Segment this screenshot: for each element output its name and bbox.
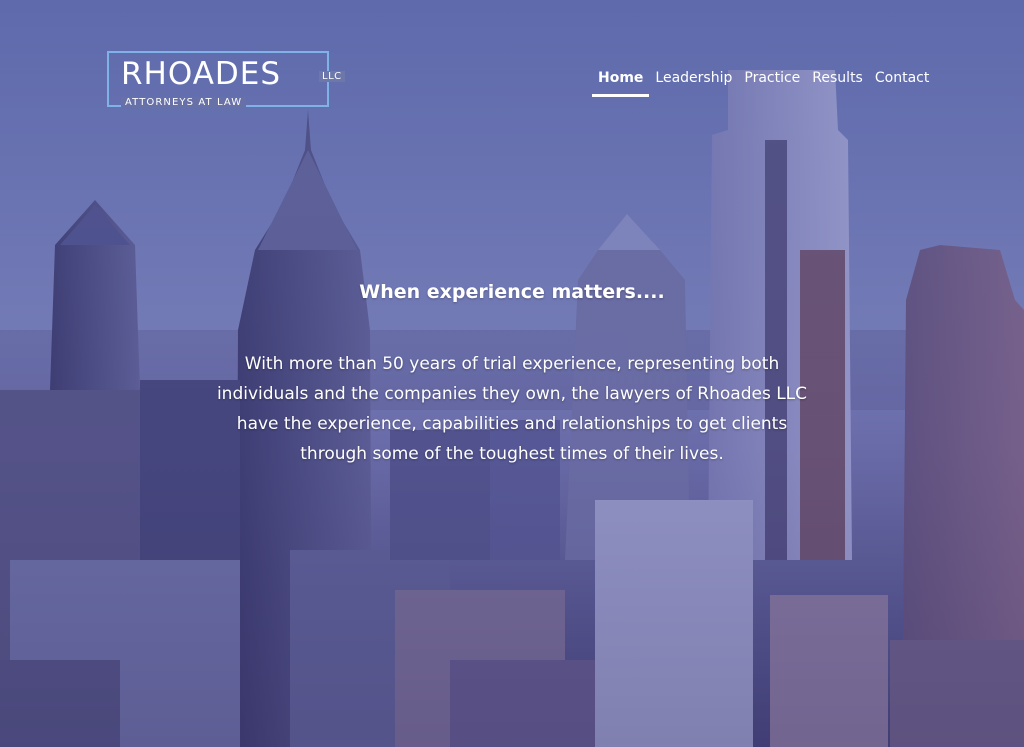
main-nav: Home Leadership Practice Results Contact <box>592 68 935 97</box>
hero-headline: When experience matters.... <box>359 280 665 303</box>
logo[interactable]: RHOADES LLC ATTORNEYS AT LAW <box>107 51 345 109</box>
nav-item-leadership[interactable]: Leadership <box>649 68 738 97</box>
nav-item-home[interactable]: Home <box>592 68 650 97</box>
nav-item-results[interactable]: Results <box>806 68 869 97</box>
logo-name: RHOADES <box>121 56 282 92</box>
nav-item-contact[interactable]: Contact <box>869 68 935 97</box>
logo-suffix: LLC <box>319 71 345 82</box>
hero-intro-text: With more than 50 years of trial experie… <box>216 354 808 464</box>
logo-tagline: ATTORNEYS AT LAW <box>121 97 247 108</box>
nav-item-practice[interactable]: Practice <box>738 68 806 97</box>
